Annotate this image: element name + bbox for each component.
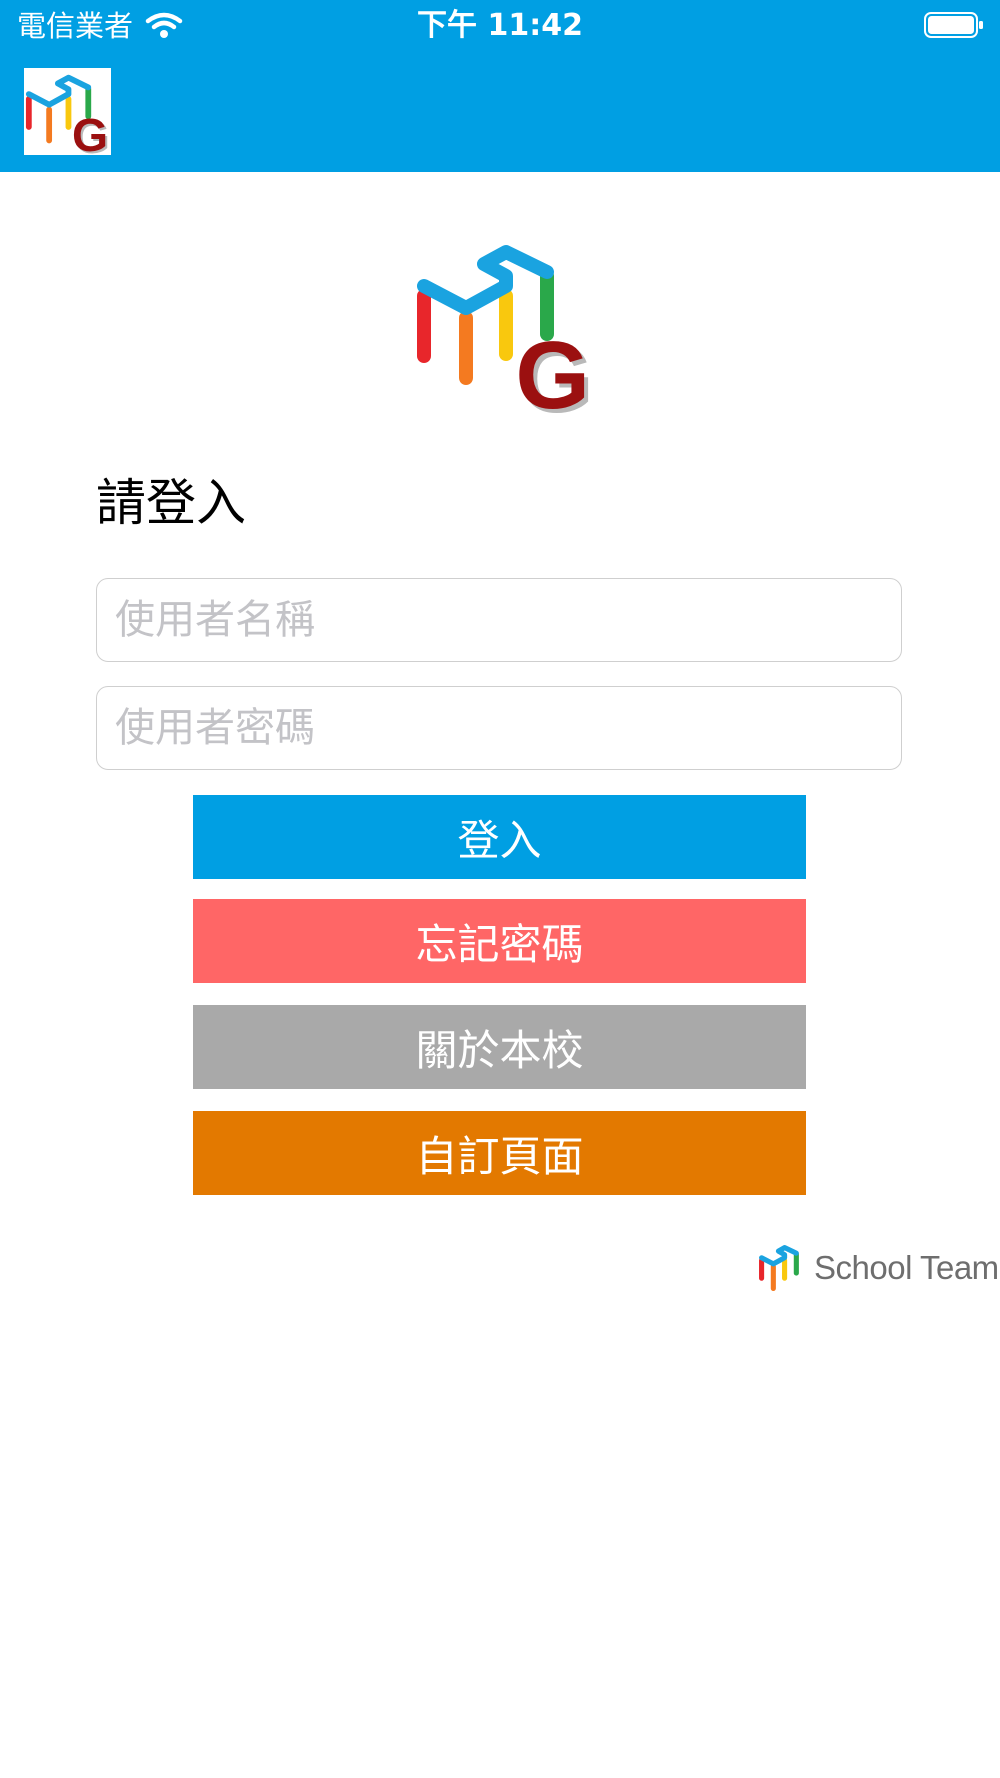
svg-text:G: G bbox=[72, 109, 108, 155]
login-button[interactable]: 登入 bbox=[193, 795, 806, 879]
nav-bar: G G bbox=[0, 52, 1000, 172]
battery-icon bbox=[924, 12, 983, 38]
main-logo: G G bbox=[414, 236, 594, 433]
custom-page-button[interactable]: 自訂頁面 bbox=[193, 1111, 806, 1195]
nav-app-logo[interactable]: G G bbox=[24, 68, 111, 163]
svg-text:G: G bbox=[515, 322, 590, 416]
app-logo-icon: G G bbox=[417, 245, 594, 433]
username-input[interactable] bbox=[96, 578, 902, 662]
app-logo-icon: G G bbox=[25, 74, 110, 163]
school-team-brand: School Team bbox=[758, 1240, 999, 1296]
school-team-logo-icon bbox=[759, 1244, 799, 1291]
brand-label: School Team bbox=[814, 1249, 999, 1286]
password-input[interactable] bbox=[96, 686, 902, 770]
login-title: 請登入 bbox=[96, 474, 246, 532]
forgot-password-button[interactable]: 忘記密碼 bbox=[193, 899, 806, 983]
about-school-button[interactable]: 關於本校 bbox=[193, 1005, 806, 1089]
status-bar: 電信業者 下午 11:42 bbox=[0, 0, 1000, 52]
clock: 下午 11:42 bbox=[417, 8, 583, 43]
